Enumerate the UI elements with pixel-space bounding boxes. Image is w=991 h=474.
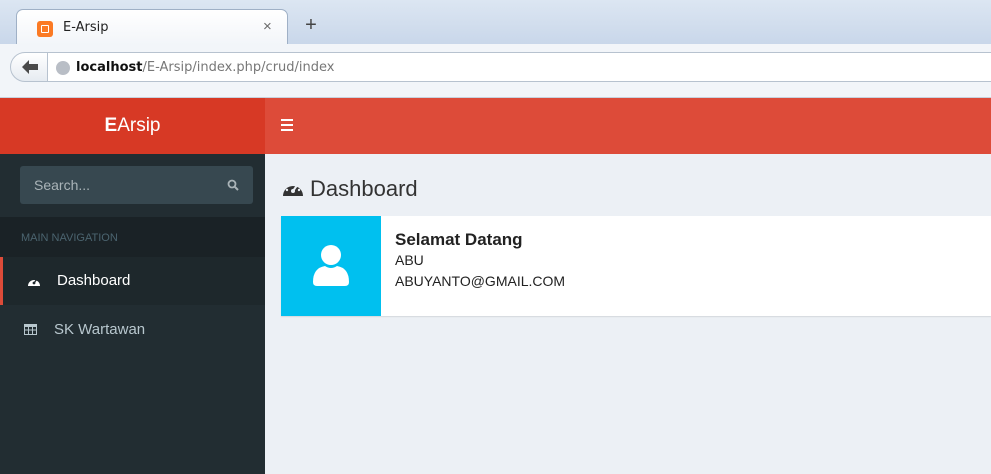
sidebar: Search... MAIN NAVIGATION Dashboard SK W… [0,154,265,474]
tab-title: E-Arsip [63,20,109,35]
browser-tab[interactable]: E-Arsip × [16,9,288,45]
nav-header: MAIN NAVIGATION [0,217,265,257]
back-button[interactable] [10,52,48,82]
sidebar-item-label: SK Wartawan [54,321,146,338]
sidebar-item-sk-wartawan[interactable]: SK Wartawan [0,306,265,354]
app: EArsip Search... MAIN NAVIGATION Dashboa… [0,98,991,474]
user-icon [313,245,349,286]
logo-bar: EArsip [0,98,265,154]
app-logo[interactable]: EArsip [0,98,265,154]
user-name: ABU [395,252,424,268]
url-text: localhost/E-Arsip/index.php/crud/index [76,60,334,75]
search-input[interactable]: Search... [20,166,253,204]
logo-text: Arsip [117,115,161,136]
welcome-info-box: Selamat Datang ABU ABUYANTO@GMAIL.COM [281,216,991,316]
url-path: /E-Arsip/index.php/crud/index [142,60,335,75]
table-icon [24,324,37,335]
back-arrow-icon [22,60,38,74]
dashboard-icon [28,278,40,286]
new-tab-button[interactable]: + [296,14,326,38]
info-box-icon-area [281,216,381,316]
top-navbar [265,98,991,154]
url-host: localhost [76,60,143,75]
globe-icon [56,61,70,75]
address-bar[interactable]: localhost/E-Arsip/index.php/crud/index [47,52,991,82]
browser-tab-strip: E-Arsip × + [0,0,991,45]
sidebar-item-dashboard[interactable]: Dashboard [0,257,265,305]
content-area: Dashboard Selamat Datang ABU ABUYANTO@GM… [265,154,991,474]
xampp-favicon-icon [37,21,53,37]
logo-bold-text: E [104,115,118,136]
sidebar-toggle-icon[interactable] [281,119,293,134]
nav-header-label: MAIN NAVIGATION [21,232,118,244]
search-icon[interactable] [227,179,239,191]
tab-close-icon[interactable]: × [263,18,272,35]
sidebar-item-label: Dashboard [57,272,131,289]
page-title: Dashboard [310,176,418,201]
dashboard-icon [283,181,303,196]
info-box-title: Selamat Datang [395,230,523,249]
user-email: ABUYANTO@GMAIL.COM [395,273,566,289]
search-placeholder: Search... [34,177,91,193]
browser-navigation-bar: localhost/E-Arsip/index.php/crud/index [0,44,991,98]
